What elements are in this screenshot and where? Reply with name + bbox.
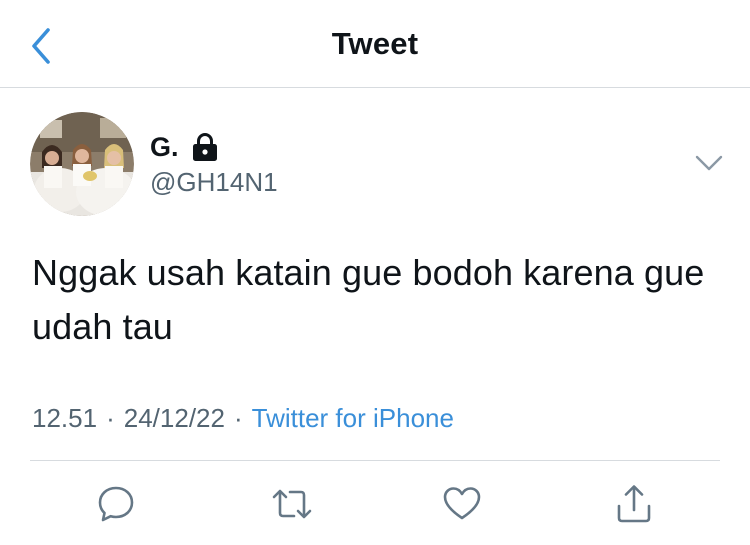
more-options-button[interactable]	[692, 146, 726, 180]
tweet-source-link[interactable]: Twitter for iPhone	[252, 403, 454, 433]
like-button[interactable]	[440, 482, 484, 526]
retweet-icon	[272, 489, 312, 519]
tweet-meta: 12.51 · 24/12/22 · Twitter for iPhone	[32, 400, 454, 436]
share-icon	[617, 485, 651, 523]
avatar[interactable]	[30, 112, 134, 216]
display-name: G.	[150, 132, 179, 162]
divider	[30, 460, 720, 461]
author-handle[interactable]: @GH14N1	[150, 166, 278, 198]
like-icon	[443, 487, 481, 520]
chevron-down-icon	[695, 155, 723, 171]
navigation-header: Tweet	[0, 0, 750, 88]
share-button[interactable]	[612, 482, 656, 526]
page-title: Tweet	[331, 26, 419, 61]
reply-button[interactable]	[94, 482, 138, 526]
avatar-image	[30, 112, 134, 216]
action-bar	[0, 482, 750, 528]
reply-icon	[98, 486, 134, 522]
author-name-row[interactable]: G.	[150, 130, 219, 164]
tweet-detail-screen: Tweet G. @GH14N1 Nggak usah katain gue b…	[0, 0, 750, 545]
tweet-date: 24/12/22	[123, 403, 225, 433]
meta-separator: ·	[106, 403, 115, 433]
lock-icon	[192, 133, 217, 161]
tweet-time: 12.51	[32, 403, 98, 433]
retweet-button[interactable]	[270, 482, 314, 526]
meta-separator: ·	[233, 403, 243, 433]
tweet-text: Nggak usah katain gue bodoh karena gue u…	[32, 252, 705, 347]
